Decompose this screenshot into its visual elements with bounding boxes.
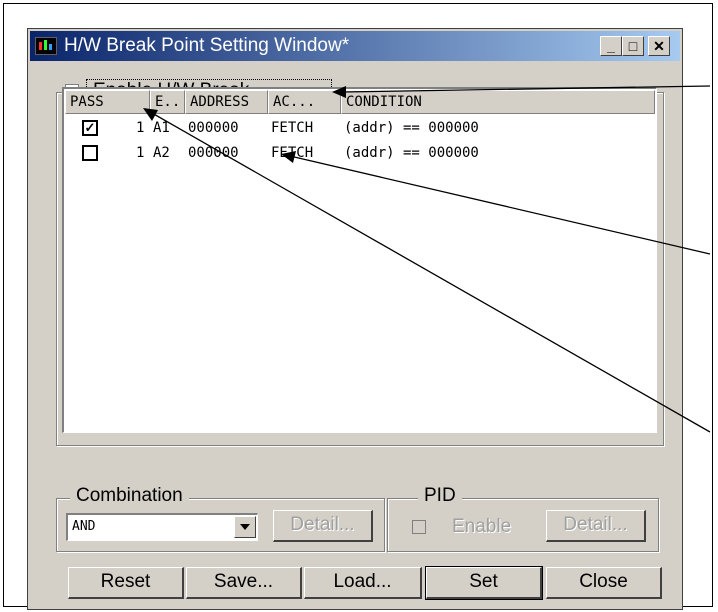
callout-line-enable [341,85,711,93]
callout-arrows [143,85,711,433]
arrowhead-address-icon [281,151,296,163]
callout-line-address [289,155,711,255]
callout-line-pass [151,112,711,433]
arrowhead-enable-icon [332,86,346,98]
